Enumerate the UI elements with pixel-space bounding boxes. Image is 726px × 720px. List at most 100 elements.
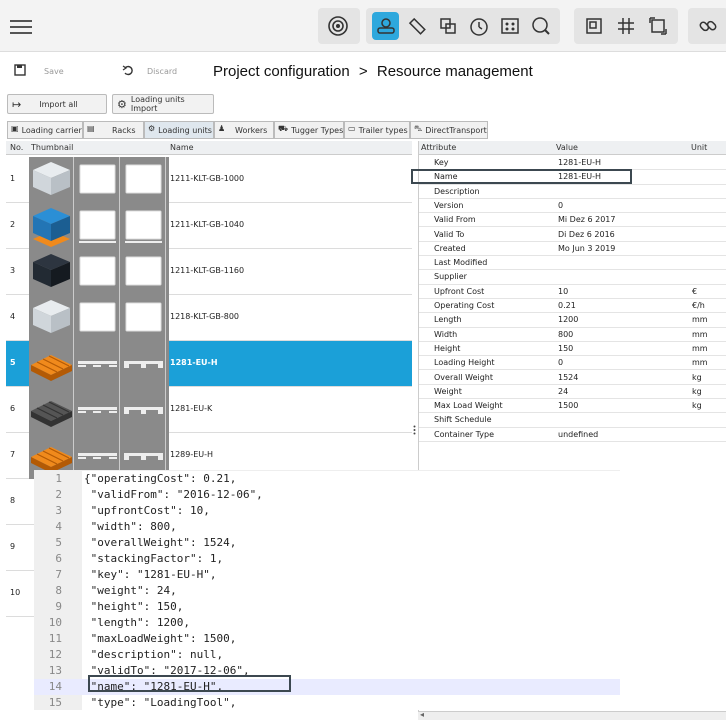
code-text: "type": "LoadingTool", [84,696,237,709]
attribute-value[interactable]: 0 [558,199,563,213]
attribute-row[interactable]: Operating Cost 0.21 €/h [419,299,726,314]
attribute-row[interactable]: Created Mo Jun 3 2019 [419,242,726,257]
attribute-value[interactable]: Mi Dez 6 2017 [558,213,615,227]
attribute-value[interactable]: 800 [558,328,573,342]
attribute-row[interactable]: Valid To Di Dez 6 2016 [419,228,726,242]
col-name[interactable]: Name [170,143,194,152]
code-line[interactable]: 4 "width": 800, [34,519,620,535]
row-name: 1218-KLT-GB-800 [170,312,240,321]
attribute-value[interactable]: 1524 [558,371,578,385]
attribute-unit: mm [692,358,708,368]
attribute-row[interactable]: Length 1200 mm [419,313,726,328]
grid-icon[interactable] [496,12,523,40]
code-line[interactable]: 3 "upfrontCost": 10, [34,503,620,519]
attribute-row[interactable]: Upfront Cost 10 € [419,285,726,299]
attribute-row[interactable]: Shift Schedule [419,413,726,428]
attribute-row[interactable]: Weight 24 kg [419,385,726,400]
attribute-row[interactable]: Version 0 [419,199,726,214]
link-icon[interactable] [694,12,722,40]
import-all-button[interactable]: ↦ Import all [7,94,107,114]
search-zoom-icon[interactable] [527,12,554,40]
table-row[interactable]: 5 1281-EU-H [6,341,412,387]
code-line[interactable]: 15 "type": "LoadingTool", [34,695,620,710]
horizontal-scrollbar[interactable]: ◂ [418,710,726,720]
tab-label: Loading units [158,125,212,135]
timer-icon[interactable] [465,12,492,40]
tab-racks[interactable]: ▤ Racks [83,121,144,139]
scroll-left-icon[interactable]: ◂ [420,710,424,719]
code-line[interactable]: 7 "key": "1281-EU-H", [34,567,620,583]
thumbnail-image [75,387,120,433]
save-icon[interactable] [14,64,26,76]
attribute-value[interactable]: 150 [558,342,573,356]
attribute-name: Key [434,158,449,167]
tab-tugger-types[interactable]: ⛟ Tugger Types [274,121,344,139]
table-row[interactable]: 6 1281-EU-K [6,387,412,433]
frame-icon[interactable] [580,12,608,40]
attribute-row[interactable]: Valid From Mi Dez 6 2017 [419,213,726,228]
attribute-row[interactable]: Description [419,185,726,199]
attribute-row[interactable]: Width 800 mm [419,328,726,342]
code-line[interactable]: 2 "validFrom": "2016-12-06", [34,487,620,503]
attribute-row[interactable]: Overall Weight 1524 kg [419,371,726,385]
attribute-value[interactable]: undefined [558,428,598,442]
attribute-value[interactable]: 0 [558,356,563,370]
table-row[interactable]: 2 1211-KLT-GB-1040 [6,203,412,249]
col-unit[interactable]: Unit [691,143,707,152]
hamburger-icon[interactable] [10,16,32,36]
attribute-value[interactable]: 1281-EU-H [558,156,601,170]
attribute-value[interactable]: 0.21 [558,299,576,313]
table-row[interactable]: 1 1211-KLT-GB-1000 [6,157,412,203]
attribute-value[interactable]: Di Dez 6 2016 [558,228,615,242]
splitter-handle[interactable] [413,425,416,435]
units-table-header: No. Thumbnail Name [6,141,412,155]
resource-icon[interactable] [372,12,399,40]
ruler-icon[interactable] [403,12,430,40]
thumbnail-cell [29,295,169,341]
table-row[interactable]: 3 1211-KLT-GB-1160 [6,249,412,295]
attribute-row[interactable]: Container Type undefined [419,428,726,442]
attribute-value[interactable]: 10 [558,285,568,299]
row-number: 8 [10,496,16,505]
attribute-row[interactable]: Supplier [419,270,726,285]
code-line[interactable]: 11 "maxLoadWeight": 1500, [34,631,620,647]
tab-workers[interactable]: ♟ Workers [214,121,274,139]
thumbnail-image [75,295,120,341]
attribute-value[interactable]: 1200 [558,313,578,327]
attribute-row[interactable]: Loading Height 0 mm [419,356,726,371]
worker-icon: ♟ [218,124,226,133]
attribute-value[interactable]: 24 [558,385,568,399]
attribute-table-header: Attribute Value Unit [419,141,726,155]
col-thumbnail[interactable]: Thumbnail [31,143,73,152]
lens-icon[interactable] [324,12,352,40]
code-line[interactable]: 6 "stackingFactor": 1, [34,551,620,567]
code-line[interactable]: 8 "weight": 24, [34,583,620,599]
col-attribute[interactable]: Attribute [421,143,456,152]
code-line[interactable]: 9 "height": 150, [34,599,620,615]
code-line[interactable]: 10 "length": 1200, [34,615,620,631]
discard-button[interactable]: Discard [147,67,177,76]
grid-lines-icon[interactable] [612,12,640,40]
undo-icon[interactable] [122,64,134,76]
code-line[interactable]: 5 "overallWeight": 1524, [34,535,620,551]
resize-icon[interactable] [644,12,672,40]
attribute-row[interactable]: Last Modified [419,256,726,271]
tab-direct-transport[interactable]: ⛍ DirectTransport [410,121,488,139]
table-row[interactable]: 4 1218-KLT-GB-800 [6,295,412,341]
attribute-row[interactable]: Height 150 mm [419,342,726,357]
attribute-row[interactable]: Max Load Weight 1500 kg [419,399,726,414]
code-line[interactable]: 12 "description": null, [34,647,620,663]
tab-trailer-types[interactable]: ▭ Trailer types [344,121,410,139]
breadcrumb-project[interactable]: Project configuration [213,63,350,80]
code-text: "maxLoadWeight": 1500, [84,632,237,645]
col-no[interactable]: No. [10,143,23,152]
tab-loading-carrier[interactable]: ▣ Loading carrier [7,121,83,139]
col-value[interactable]: Value [556,143,578,152]
loading-units-import-button[interactable]: ⚙ Loading units Import [112,94,214,114]
tab-loading-units[interactable]: ⚙ Loading units [144,121,214,139]
code-line[interactable]: 1 {"operatingCost": 0.21, [34,471,620,487]
cut-icon[interactable] [434,12,461,40]
attribute-value[interactable]: Mo Jun 3 2019 [558,242,615,256]
attribute-value[interactable]: 1500 [558,399,578,413]
save-button[interactable]: Save [44,67,64,76]
